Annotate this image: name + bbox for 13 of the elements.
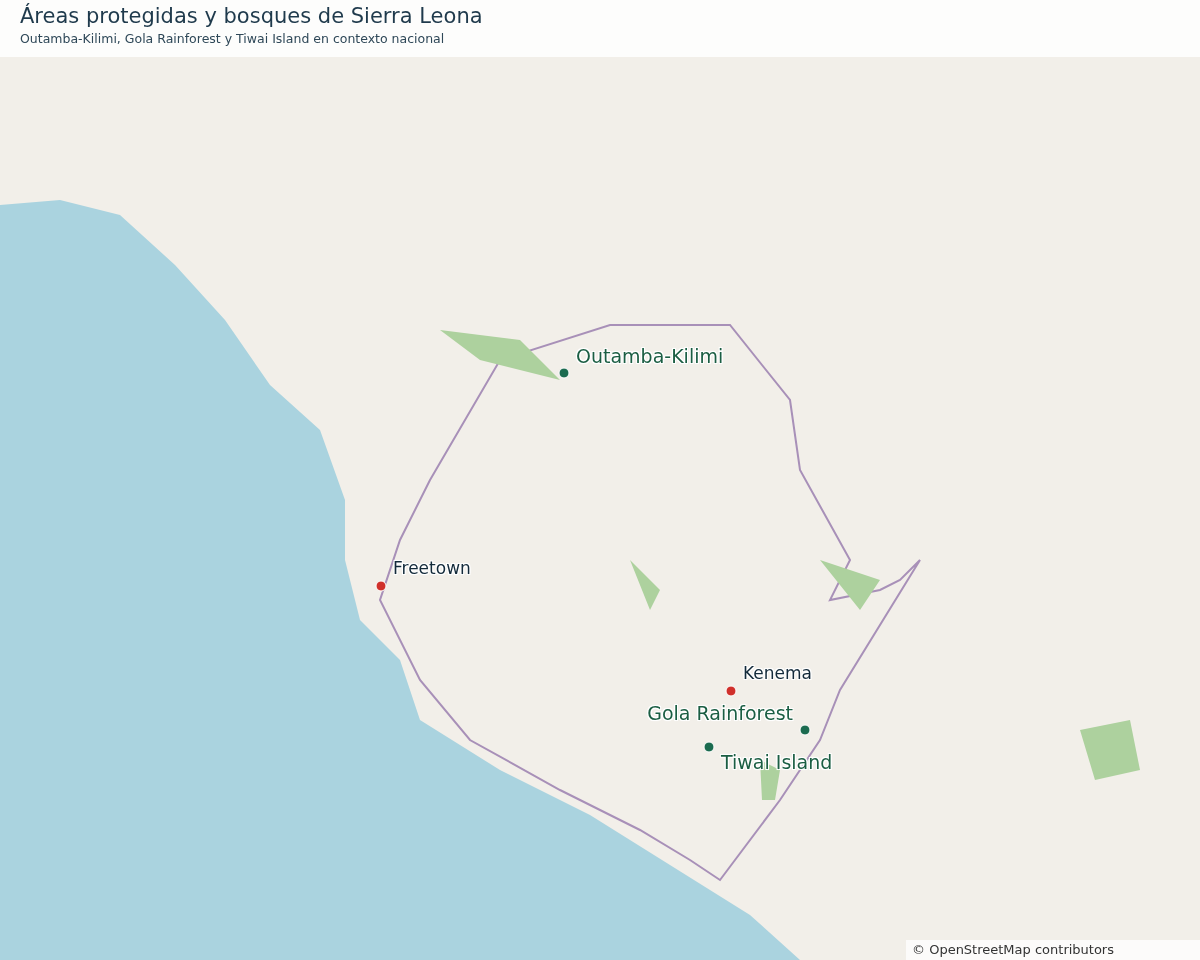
area-marker[interactable] bbox=[558, 367, 570, 379]
map-subtitle: Outamba-Kilimi, Gola Rainforest y Tiwai Island en contexto nacional bbox=[20, 31, 445, 46]
city-label: Kenema bbox=[743, 663, 812, 683]
area-marker[interactable] bbox=[703, 741, 715, 753]
map-title: Áreas protegidas y bosques de Sierra Leona bbox=[20, 4, 483, 28]
map-attribution: © OpenStreetMap contributors bbox=[906, 940, 1200, 960]
area-label: Outamba-Kilimi bbox=[576, 345, 724, 367]
area-label: Gola Rainforest bbox=[647, 702, 793, 724]
area-label: Tiwai Island bbox=[721, 751, 833, 773]
city-marker[interactable] bbox=[375, 580, 387, 592]
area-marker[interactable] bbox=[799, 724, 811, 736]
city-marker[interactable] bbox=[725, 685, 737, 697]
city-label: Freetown bbox=[393, 558, 471, 578]
